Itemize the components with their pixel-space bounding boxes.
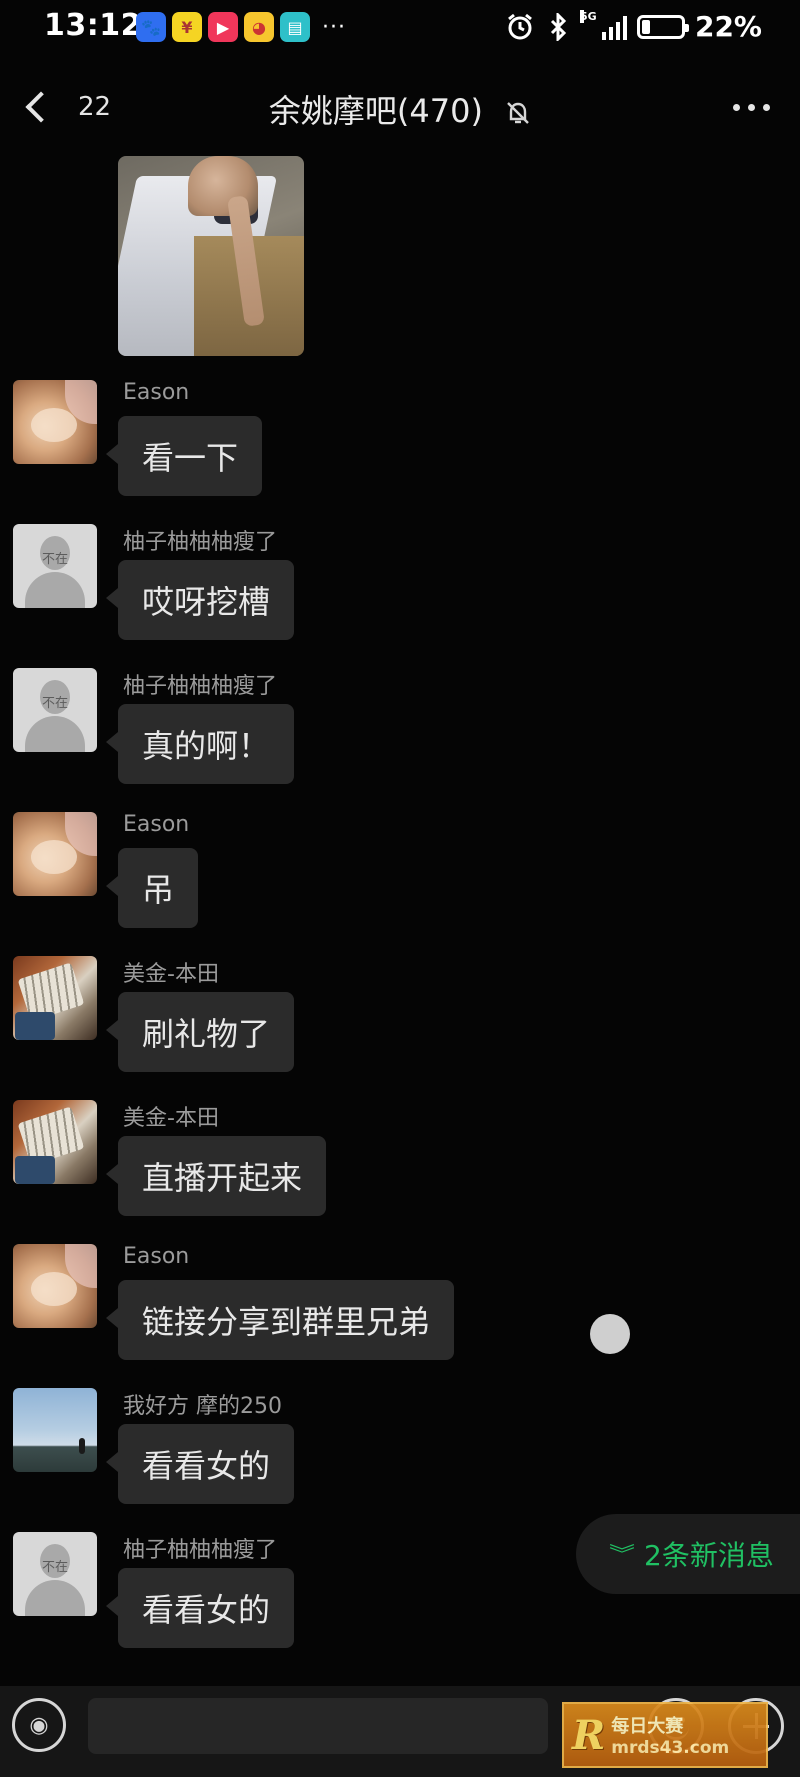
- avatar-body-shape: [25, 716, 85, 752]
- sender-name: 美金-本田: [123, 1106, 219, 1131]
- chat-title: 余姚摩吧(470): [268, 92, 483, 130]
- avatar[interactable]: [13, 1388, 97, 1472]
- away-label: 不在: [41, 552, 68, 567]
- avatar[interactable]: [13, 1100, 97, 1184]
- list-item: 美金-本田 刷礼物了: [0, 956, 800, 1076]
- avatar-body-shape: [25, 1580, 85, 1616]
- avatar[interactable]: 不在: [13, 524, 97, 608]
- away-label: 不在: [41, 1560, 68, 1575]
- coupon-app-icon: ¥: [172, 12, 202, 42]
- avatar[interactable]: [13, 380, 97, 464]
- book-app-icon: ▤: [280, 12, 310, 42]
- alarm-icon: [508, 13, 532, 39]
- status-time: 13:12: [44, 8, 142, 43]
- list-item: Eason 吊: [0, 812, 800, 932]
- status-app-icons: 🐾 ¥ ▶ ◕ ▤ ···: [136, 12, 346, 42]
- sender-name: Eason: [123, 1244, 190, 1269]
- message-input[interactable]: [88, 1698, 548, 1754]
- bell-muted-icon: [507, 102, 529, 124]
- message-bubble[interactable]: 看看女的: [105, 1424, 295, 1504]
- list-item: Eason 链接分享到群里兄弟: [0, 1244, 800, 1364]
- double-chevron-down-icon: ︾: [609, 1542, 635, 1566]
- sender-name: Eason: [123, 380, 190, 405]
- bluetooth-icon: [550, 12, 567, 41]
- message-list[interactable]: Eason 看一下 不在 柚子柚柚柚瘦了 哎呀挖槽 不在 柚子柚柚柚瘦了 真的啊…: [0, 150, 800, 1680]
- status-more-icon: ···: [322, 14, 346, 40]
- avatar[interactable]: [13, 812, 97, 896]
- watermark-r-icon: R: [572, 1711, 606, 1759]
- message-bubble[interactable]: 哎呀挖槽: [105, 560, 295, 640]
- sender-name: 柚子柚柚柚瘦了: [123, 530, 278, 555]
- voice-input-button[interactable]: ◉: [12, 1698, 66, 1752]
- dot-icon: [763, 104, 770, 111]
- watermark-line2: mrds43.com: [611, 1738, 730, 1758]
- message-bubble[interactable]: 吊: [105, 848, 199, 928]
- status-system-icons: 5G 22%: [506, 9, 762, 43]
- battery-percent: 22%: [694, 10, 762, 43]
- status-bar: 13:12 🐾 ¥ ▶ ◕ ▤ ··· 5G 22%: [0, 0, 800, 56]
- sender-name: 柚子柚柚柚瘦了: [123, 1538, 278, 1563]
- new-messages-label: 2条新消息: [644, 1539, 774, 1572]
- sender-name: 美金-本田: [123, 962, 219, 987]
- chat-title-wrap: 余姚摩吧(470): [0, 86, 800, 132]
- list-item: Eason 看一下: [0, 380, 800, 500]
- cellular-signal-icon: 5G: [579, 9, 627, 40]
- message-bubble[interactable]: 链接分享到群里兄弟: [105, 1280, 455, 1360]
- message-bubble[interactable]: 看一下: [105, 416, 263, 496]
- message-bubble[interactable]: 直播开起来: [105, 1136, 327, 1216]
- away-label: 不在: [41, 696, 68, 711]
- sender-name: Eason: [123, 812, 190, 837]
- network-type: 5G: [579, 9, 597, 23]
- dot-icon: [748, 104, 755, 111]
- watermark-line1: 每日大赛: [611, 1716, 684, 1737]
- message-bubble[interactable]: 刷礼物了: [105, 992, 295, 1072]
- chat-screen: 13:12 🐾 ¥ ▶ ◕ ▤ ··· 5G 22% 22 余姚摩吧(470) …: [0, 0, 800, 1777]
- assistive-touch-dot[interactable]: [590, 1314, 630, 1354]
- battery-fill: [641, 19, 651, 34]
- list-item: 不在 柚子柚柚柚瘦了 哎呀挖槽: [0, 524, 800, 644]
- duck-app-icon: ◕: [244, 12, 274, 42]
- message-bubble[interactable]: 看看女的: [105, 1568, 295, 1648]
- sender-name: 柚子柚柚柚瘦了: [123, 674, 278, 699]
- new-messages-button[interactable]: ︾ 2条新消息: [576, 1514, 800, 1594]
- avatar[interactable]: [13, 956, 97, 1040]
- watermark-text: 每日大赛 mrds43.com: [611, 1712, 729, 1758]
- list-item: 我好方 摩的250 看看女的: [0, 1388, 800, 1508]
- image-message[interactable]: [118, 156, 304, 356]
- sender-name: 我好方 摩的250: [123, 1394, 282, 1419]
- watermark-logo: R 每日大赛 mrds43.com: [562, 1702, 768, 1768]
- list-item-partial: [0, 1676, 800, 1680]
- list-item: 不在 柚子柚柚柚瘦了 真的啊！: [0, 668, 800, 788]
- more-options-button[interactable]: [733, 104, 770, 111]
- avatar[interactable]: [13, 1244, 97, 1328]
- list-item: 美金-本田 直播开起来: [0, 1100, 800, 1220]
- dot-icon: [733, 104, 740, 111]
- avatar[interactable]: 不在: [13, 668, 97, 752]
- battery-icon: [636, 14, 689, 39]
- chat-header: 22 余姚摩吧(470): [0, 56, 800, 164]
- voice-icon: ◉: [29, 1712, 49, 1738]
- message-bubble[interactable]: 真的啊！: [105, 704, 295, 784]
- baidu-app-icon: 🐾: [136, 12, 166, 42]
- video-app-icon: ▶: [208, 12, 238, 42]
- avatar[interactable]: 不在: [13, 1532, 97, 1616]
- avatar-body-shape: [25, 572, 85, 608]
